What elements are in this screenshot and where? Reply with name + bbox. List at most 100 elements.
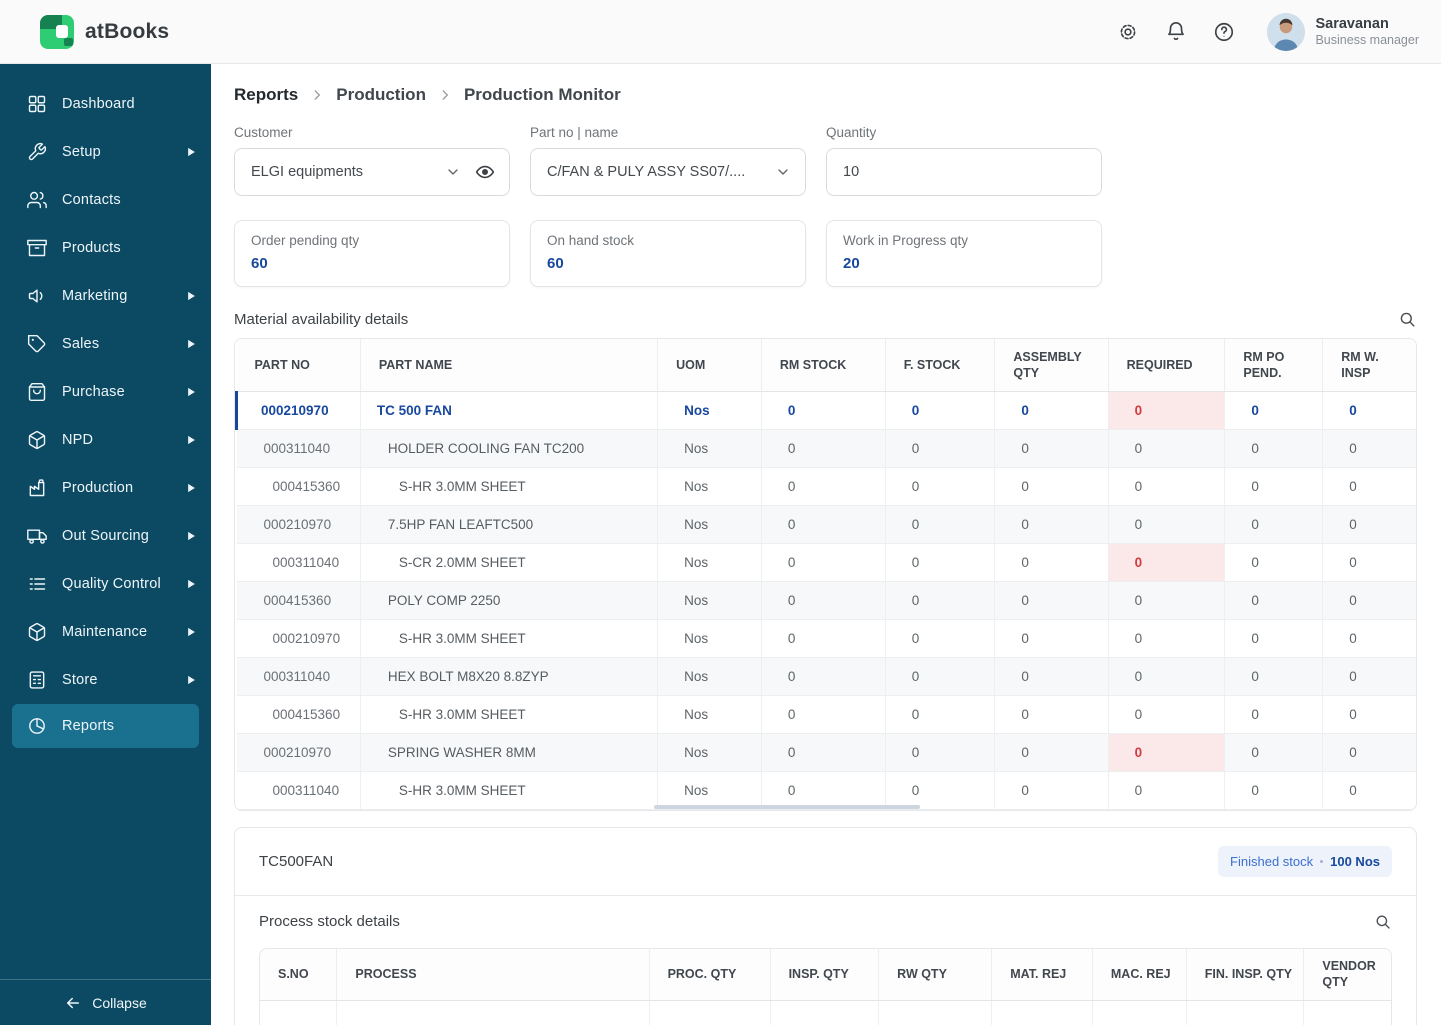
part-name-cell: S-HR 3.0MM SHEET [360, 467, 659, 506]
gear-icon[interactable] [1117, 21, 1139, 43]
sidebar-item-label: Setup [62, 144, 101, 160]
sidebar-item-npd[interactable]: NPD [0, 416, 211, 464]
value-cell: 0 [761, 657, 886, 696]
table-row[interactable]: 000415360 S-HR 3.0MM SHEET Nos 0 0 0 0 0 0 [236, 467, 1416, 506]
sidebar-item-setup[interactable]: Setup [0, 128, 211, 176]
megaphone-icon [27, 286, 47, 306]
chevron-down-icon[interactable] [775, 164, 791, 180]
value-cell: 0 [1108, 657, 1226, 696]
collapse-label: Collapse [92, 994, 147, 1011]
value-cell: 0 [885, 619, 996, 658]
value-cell: 0 [1108, 467, 1226, 506]
breadcrumb-reports[interactable]: Reports [234, 85, 298, 105]
value-cell: Nos [657, 429, 762, 468]
customer-dropdown[interactable]: ELGI equipments [234, 148, 510, 196]
value-cell: 0 [1108, 505, 1226, 544]
process-table-body [260, 1000, 1391, 1025]
sidebar: Dashboard Setup Contacts Products Marketing S… [0, 64, 211, 1025]
tag-icon [27, 334, 47, 354]
table-row[interactable]: 000210970 SPRING WASHER 8MM Nos 0 0 0 0 0 0 [236, 733, 1416, 772]
sidebar-item-contacts[interactable]: Contacts [0, 176, 211, 224]
sidebar-item-quality-control[interactable]: Quality Control [0, 560, 211, 608]
badge-value: 100 Nos [1330, 853, 1380, 869]
user-role: Business manager [1315, 32, 1419, 47]
value-cell [878, 1000, 993, 1025]
chevron-right-icon [310, 88, 324, 102]
part-dropdown[interactable]: C/FAN & PULY ASSY SS07/.... [530, 148, 806, 196]
value-cell: 0 [1224, 467, 1324, 506]
table-row[interactable]: 000210970 S-HR 3.0MM SHEET Nos 0 0 0 0 0 0 [236, 619, 1416, 658]
value-cell: 0 [1224, 429, 1324, 468]
table-row[interactable]: 000415360 S-HR 3.0MM SHEET Nos 0 0 0 0 0 0 [236, 695, 1416, 734]
table-row[interactable]: 000311040 HOLDER COOLING FAN TC200 Nos 0 0 0 0… [236, 429, 1416, 468]
process-header-row: S.NO PROCESS PROC. QTY INSP. QTY RW QTY MAT. … [260, 948, 1391, 1001]
table-row[interactable]: 000311040 S-HR 3.0MM SHEET Nos 0 0 0 0 0 0 [236, 771, 1416, 810]
column-header: UOM [657, 339, 762, 392]
card-label: Order pending qty [251, 233, 360, 248]
value-cell: 0 [1224, 657, 1324, 696]
value-cell [649, 1000, 771, 1025]
value-cell: Nos [657, 505, 762, 544]
help-icon[interactable] [1213, 21, 1235, 43]
breadcrumb: Reports Production Production Monitor [234, 85, 1417, 105]
column-header: PART NAME [360, 339, 659, 392]
sidebar-item-dashboard[interactable]: Dashboard [0, 80, 211, 128]
main-content: Reports Production Production Monitor Cu… [211, 64, 1441, 1025]
horizontal-scrollbar[interactable] [654, 804, 920, 809]
sidebar-item-label: Sales [62, 336, 100, 352]
sidebar-item-marketing[interactable]: Marketing [0, 272, 211, 320]
sidebar-item-store[interactable]: Store [0, 656, 211, 704]
part-name-cell: S-HR 3.0MM SHEET [360, 619, 659, 658]
value-cell: 0 [761, 695, 886, 734]
sidebar-item-products[interactable]: Products [0, 224, 211, 272]
value-cell: Nos [657, 695, 762, 734]
table-row[interactable]: 000415360 POLY COMP 2250 Nos 0 0 0 0 0 0 [236, 581, 1416, 620]
user-name: Saravanan [1315, 15, 1389, 32]
breadcrumb-production[interactable]: Production [336, 85, 426, 105]
sidebar-item-maintenance[interactable]: Maintenance [0, 608, 211, 656]
quantity-input[interactable]: 10 [826, 148, 1102, 196]
table-row[interactable]: 000311040 HEX BOLT M8X20 8.8ZYP Nos 0 0 0 0 0 0 [236, 657, 1416, 696]
table-row[interactable]: 000210970 TC 500 FAN Nos 0 0 0 0 0 0 [235, 391, 1416, 430]
value-cell: 0 [761, 429, 886, 468]
value-cell: 0 [1322, 733, 1416, 772]
sidebar-item-sales[interactable]: Sales [0, 320, 211, 368]
value-cell: Nos [657, 543, 762, 582]
arrow-left-icon [67, 997, 80, 1008]
value-cell: 0 [1108, 771, 1226, 810]
value-cell: 0 [885, 391, 996, 430]
table-row[interactable]: 000210970 7.5HP FAN LEAFTC500 Nos 0 0 0 0 0 0 [236, 505, 1416, 544]
chevron-right-icon [187, 675, 197, 685]
dot-separator [1320, 859, 1324, 863]
column-header: F. STOCK [885, 339, 996, 392]
value-cell: 0 [1224, 505, 1324, 544]
value-cell: 0 [1108, 429, 1226, 468]
column-header: MAC. REJ [1092, 948, 1187, 1001]
sidebar-item-purchase[interactable]: Purchase [0, 368, 211, 416]
truck-icon [27, 526, 47, 546]
search-icon[interactable] [1374, 913, 1392, 931]
table-row[interactable] [260, 1000, 1391, 1025]
sidebar-item-label: NPD [62, 432, 94, 448]
store-icon [27, 670, 47, 690]
brand-name: atBooks [85, 19, 170, 43]
value-cell: 0 [994, 543, 1109, 582]
search-icon[interactable] [1398, 310, 1417, 329]
avatar [1267, 12, 1306, 51]
sidebar-item-reports[interactable]: Reports [12, 704, 199, 748]
sidebar-item-out-sourcing[interactable]: Out Sourcing [0, 512, 211, 560]
badge-label: Finished stock [1230, 853, 1314, 869]
collapse-button[interactable]: Collapse [0, 979, 211, 1025]
table-row[interactable]: 000311040 S-CR 2.0MM SHEET Nos 0 0 0 0 0 0 [236, 543, 1416, 582]
value-cell [770, 1000, 880, 1025]
user-menu[interactable]: Saravanan Business manager [1267, 12, 1419, 51]
value-cell: 0 [885, 429, 996, 468]
chevron-right-icon [187, 147, 197, 157]
bell-icon[interactable] [1165, 21, 1187, 43]
value-cell: 0 [994, 657, 1109, 696]
eye-icon[interactable] [475, 162, 495, 182]
chevron-down-icon[interactable] [445, 164, 461, 180]
npd-box-icon [27, 430, 47, 450]
sidebar-item-production[interactable]: Production [0, 464, 211, 512]
card-label: On hand stock [547, 233, 635, 248]
